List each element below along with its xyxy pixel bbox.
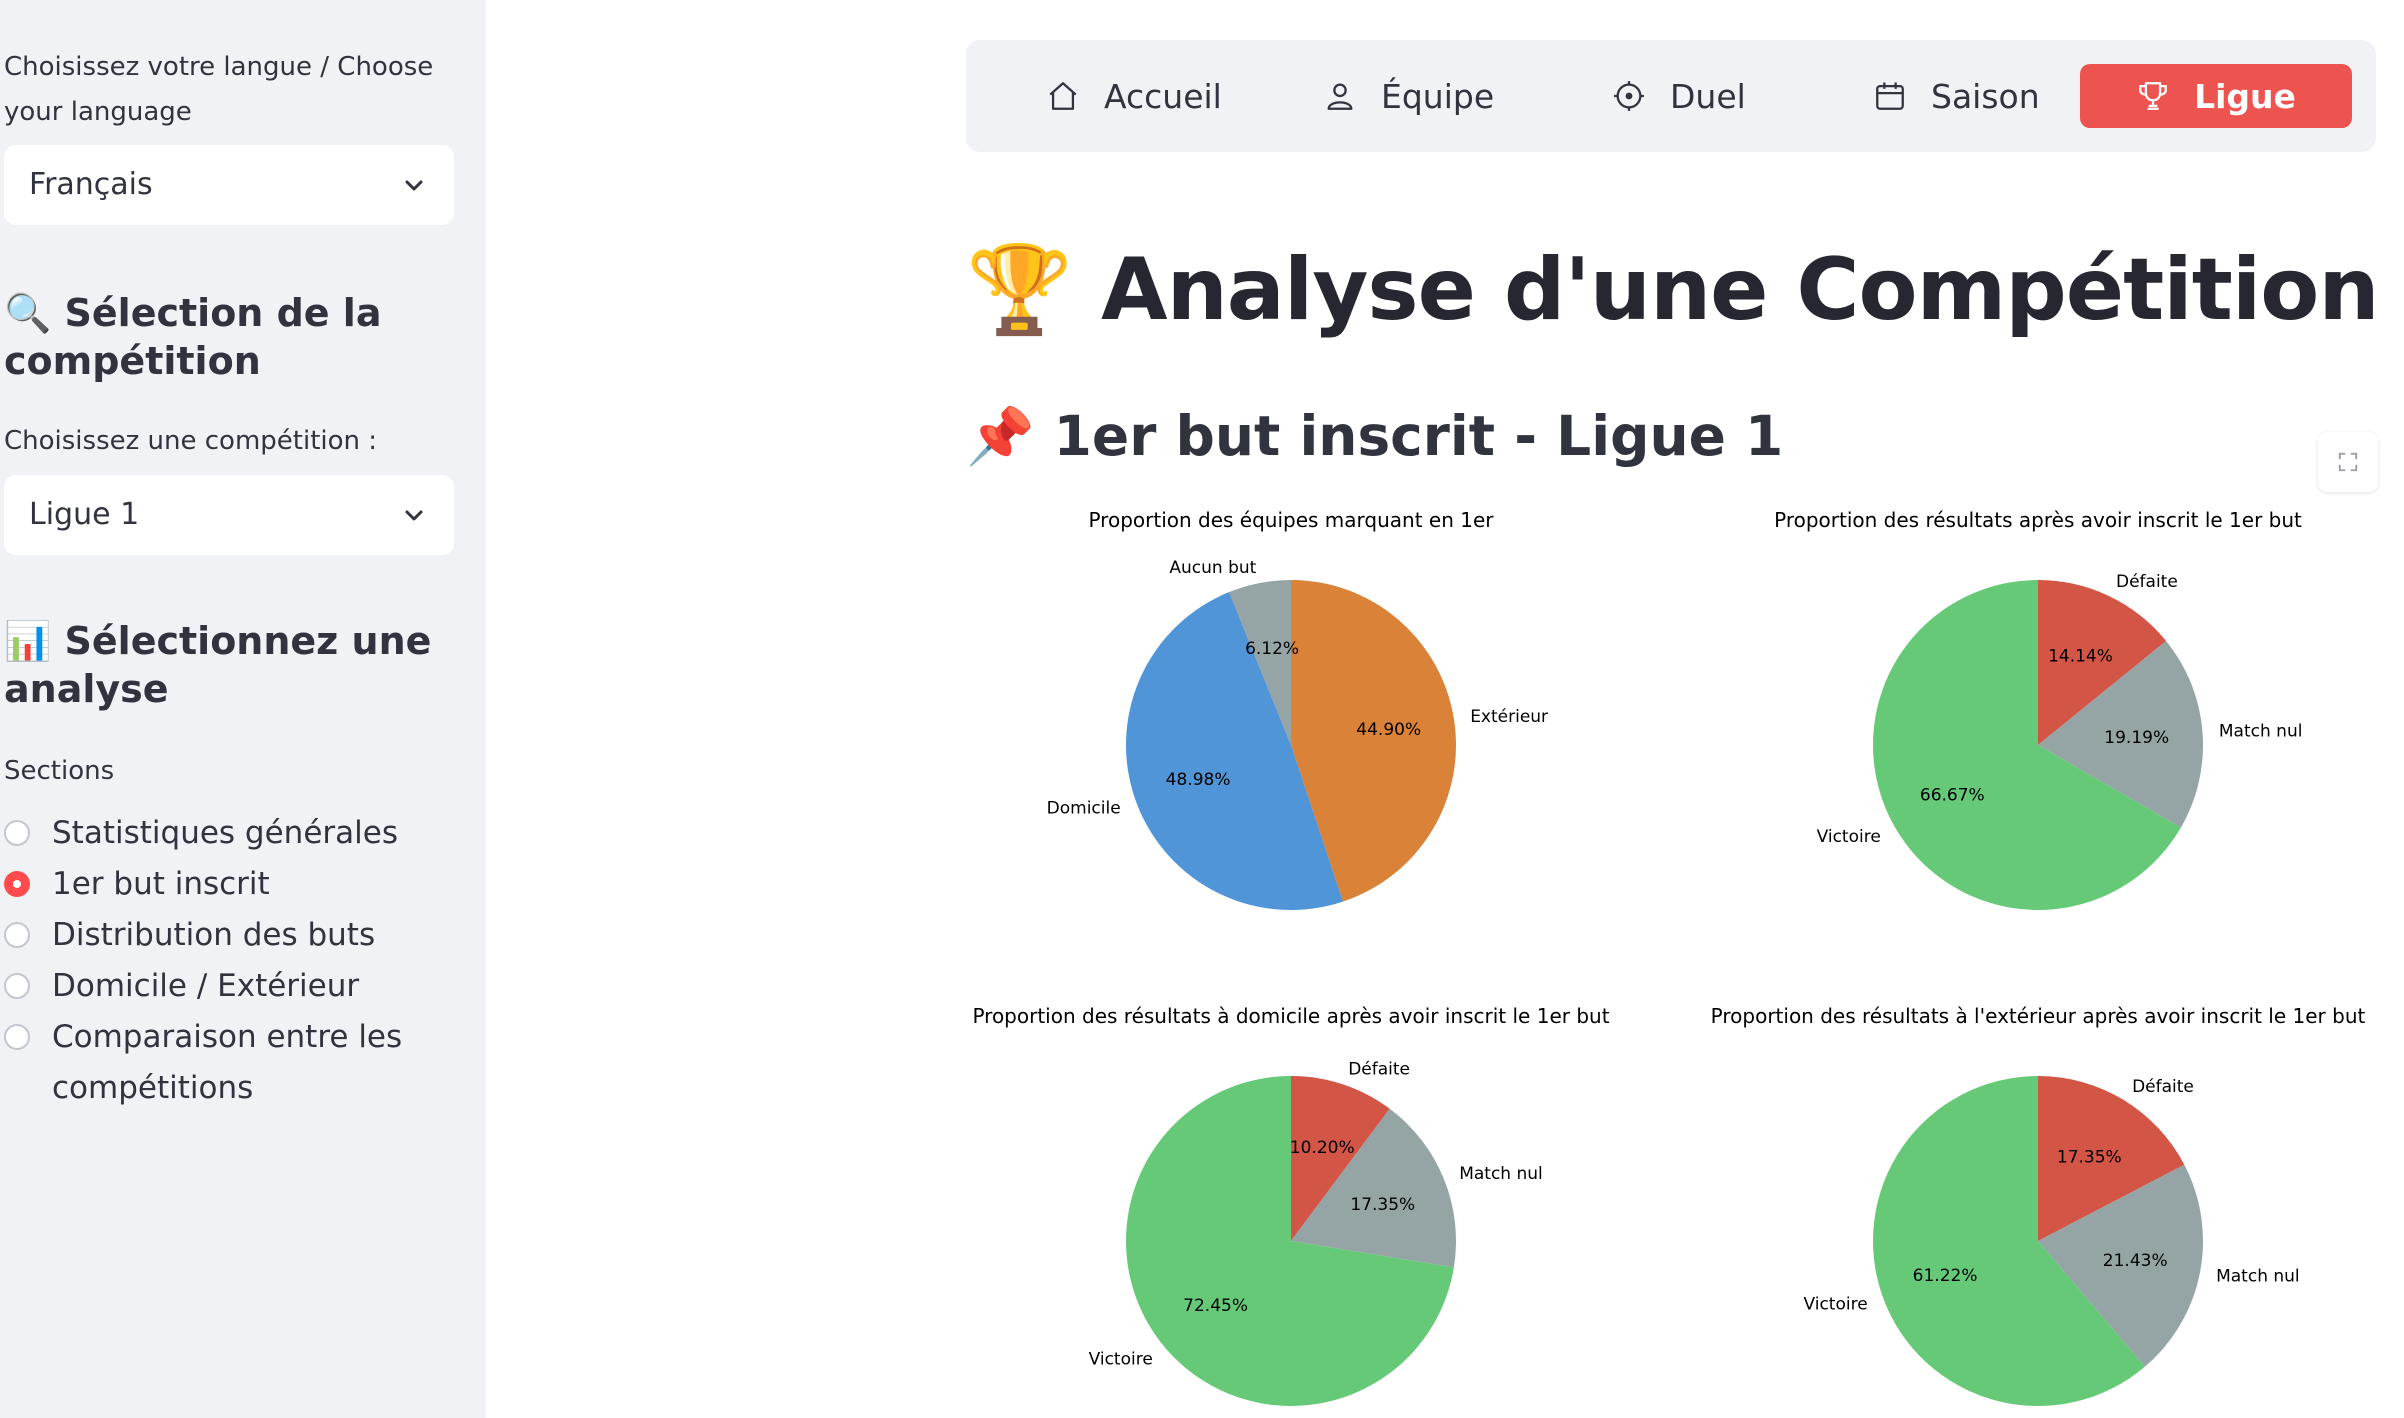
- chart-title: Proportion des résultats à l'extérieur a…: [1711, 1004, 2366, 1028]
- nav-saison[interactable]: Saison: [1873, 64, 2040, 128]
- nav-label: Duel: [1670, 76, 1746, 116]
- radio-label: 1er but inscrit: [52, 866, 270, 902]
- slice-percent: 6.12%: [1245, 639, 1299, 659]
- nav-accueil[interactable]: Accueil: [1046, 64, 1222, 128]
- slice-label: Défaite: [2132, 1077, 2194, 1097]
- radio-circle[interactable]: [4, 820, 30, 846]
- user-icon: [1327, 83, 1353, 110]
- nav-ligue[interactable]: Ligue: [2080, 64, 2352, 128]
- radio-circle[interactable]: [4, 922, 30, 948]
- pie-chart-4: Proportion des résultats à l'extérieur a…: [1711, 1004, 2366, 1406]
- pie-charts: Proportion des équipes marquant en 1er 44…: [972, 508, 2366, 1406]
- chevron-down-icon: [405, 180, 423, 191]
- slice-percent: 19.19%: [2104, 728, 2169, 748]
- top-nav: Accueil Équipe Duel Saison Ligue: [966, 40, 2376, 152]
- language-label: Choisissez votre langue / Choose your la…: [4, 52, 434, 127]
- slice-label: Victoire: [1817, 827, 1881, 847]
- target-icon: [1614, 81, 1644, 111]
- chevron-down-icon: [405, 510, 423, 521]
- slice-percent: 66.67%: [1920, 786, 1985, 806]
- sections-label: Sections: [4, 756, 115, 786]
- slice-label: Match nul: [1459, 1164, 1543, 1184]
- slice-percent: 72.45%: [1183, 1296, 1248, 1316]
- radio-circle[interactable]: [4, 1024, 30, 1050]
- slice-percent: 17.35%: [2057, 1147, 2122, 1167]
- slice-label: Aucun but: [1169, 558, 1256, 578]
- slice-percent: 21.43%: [2103, 1251, 2168, 1271]
- chart-title: Proportion des résultats à domicile aprè…: [972, 1004, 1609, 1028]
- fullscreen-button[interactable]: [2318, 432, 2378, 492]
- radio-circle-checked[interactable]: [4, 871, 30, 897]
- radio-label: Distribution des buts: [52, 917, 376, 953]
- slice-label: Victoire: [1089, 1350, 1153, 1370]
- competition-select[interactable]: Ligue 1: [4, 475, 454, 555]
- slice-percent: 17.35%: [1350, 1195, 1415, 1215]
- competition-heading: 🔍 Sélection de la compétition: [4, 291, 382, 383]
- pie-chart-2: Proportion des résultats après avoir ins…: [1774, 508, 2302, 910]
- competition-select-value: Ligue 1: [29, 497, 140, 532]
- calendar-icon: [1876, 82, 1904, 110]
- trophy-icon: [2139, 82, 2167, 110]
- nav-label: Équipe: [1381, 76, 1495, 116]
- nav-equipe[interactable]: Équipe: [1323, 64, 1494, 128]
- slice-label: Extérieur: [1470, 707, 1548, 727]
- nav-label: Accueil: [1104, 76, 1222, 116]
- slice-label: Défaite: [2116, 572, 2178, 592]
- slice-label: Défaite: [1348, 1060, 1410, 1080]
- slice-percent: 10.20%: [1290, 1138, 1355, 1158]
- nav-duel[interactable]: Duel: [1612, 64, 1746, 128]
- expand-icon: [2338, 452, 2358, 472]
- sidebar: Choisissez votre langue / Choose your la…: [0, 0, 486, 1418]
- home-icon: [1049, 82, 1077, 110]
- radio-label: Domicile / Extérieur: [52, 968, 360, 1004]
- slice-percent: 44.90%: [1356, 720, 1421, 740]
- slice-percent: 14.14%: [2048, 647, 2113, 667]
- slice-label: Victoire: [1803, 1295, 1867, 1315]
- radio-circle[interactable]: [4, 973, 30, 999]
- nav-label: Ligue: [2194, 76, 2296, 116]
- slice-percent: 48.98%: [1166, 770, 1231, 790]
- slice-label: Match nul: [2219, 722, 2303, 742]
- slice-percent: 61.22%: [1913, 1266, 1978, 1286]
- nav-label: Saison: [1931, 76, 2040, 116]
- chart-title: Proportion des résultats après avoir ins…: [1774, 508, 2302, 532]
- slice-label: Domicile: [1047, 799, 1121, 819]
- language-select-value: Français: [29, 167, 153, 202]
- competition-label: Choisissez une compétition :: [4, 426, 378, 456]
- language-select[interactable]: Français: [4, 145, 454, 225]
- chart-title: Proportion des équipes marquant en 1er: [1088, 508, 1494, 532]
- slice-label: Match nul: [2216, 1267, 2300, 1287]
- radio-label: Comparaison entre les compétitions: [52, 1019, 403, 1106]
- radio-label: Statistiques générales: [52, 815, 398, 851]
- page-title: 🏆 Analyse d'une Compétition: [966, 240, 2380, 340]
- pie-chart-1: Proportion des équipes marquant en 1er 44…: [1047, 508, 1548, 910]
- section-title: 📌 1er but inscrit - Ligue 1: [966, 404, 1784, 468]
- pie-chart-3: Proportion des résultats à domicile aprè…: [972, 1004, 1610, 1406]
- analysis-heading: 📊 Sélectionnez une analyse: [4, 619, 432, 711]
